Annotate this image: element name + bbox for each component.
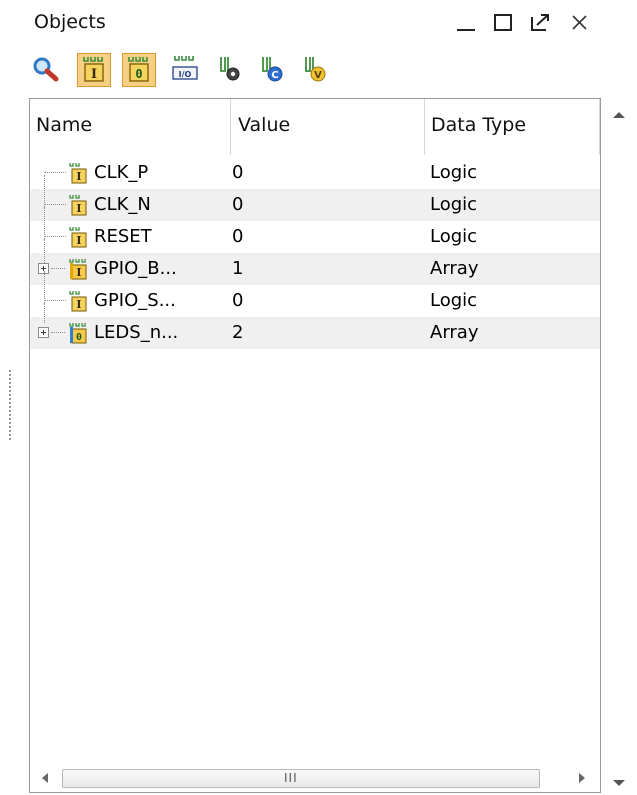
svg-text:I: I [76,234,81,247]
show-outputs-toggle[interactable]: 0 [122,53,156,87]
close-button[interactable] [567,8,593,36]
svg-text:I: I [76,202,81,215]
column-header-data-type[interactable]: Data Type [431,114,526,136]
tree-connector [44,207,45,239]
tree-connector [51,268,65,269]
signal-name: GPIO_B... [94,258,177,279]
signal-type: Logic [430,290,478,311]
svg-text:0: 0 [135,67,142,81]
io-ports-icon: I/O [172,56,198,80]
variables-icon: V [305,57,326,82]
signal-type: Logic [430,162,478,183]
signal-name: CLK_P [94,162,149,183]
signal-type: Logic [430,194,478,215]
internal-signals-icon [220,57,240,81]
search-icon [33,57,59,82]
signal-value: 0 [232,162,244,183]
table-row[interactable]: I GPIO_S... 0 Logic [30,271,600,317]
table-header: Name Value Data Type [30,99,600,155]
show-inouts-toggle[interactable]: I/O [168,53,202,87]
svg-text:I: I [76,298,81,311]
input-port-icon: I [69,227,87,248]
minimize-icon [457,29,475,31]
signal-type: Array [430,322,479,343]
input-ports-icon: I [83,57,104,82]
panel-title: Objects [34,11,106,33]
column-header-value[interactable]: Value [238,114,290,136]
table-row[interactable]: 0 LEDS_n... 2 Array [30,303,600,349]
tree-connector [44,271,45,303]
signal-value: 1 [232,258,244,279]
column-divider[interactable] [230,99,231,155]
horizontal-scroll-thumb[interactable]: III [62,769,540,788]
float-window-icon [531,14,549,31]
table-row[interactable]: I CLK_N 0 Logic [30,175,600,221]
input-port-icon: I [69,163,87,184]
search-button[interactable] [30,53,64,87]
signal-value: 0 [232,290,244,311]
table-row[interactable]: I GPIO_B... 1 Array [30,239,600,285]
svg-text:0: 0 [76,332,82,343]
show-internal-toggle[interactable] [212,53,246,87]
show-variables-toggle[interactable]: V [297,53,331,87]
horizontal-scrollbar[interactable]: III [30,764,600,792]
objects-panel: Objects I 0 I/O C V Name Value Data Type… [22,0,637,795]
tree-connector [44,172,66,173]
input-port-icon: I [69,195,87,216]
svg-text:I: I [91,67,97,82]
signal-value: 2 [232,322,244,343]
scroll-left-icon[interactable] [40,772,50,784]
panel-titlebar: Objects [22,0,637,45]
minimize-button[interactable] [453,8,479,36]
input-array-icon: I [69,259,87,280]
show-constants-toggle[interactable]: C [254,53,288,87]
signal-name: GPIO_S... [94,290,176,311]
signal-type: Array [430,258,479,279]
signal-name: RESET [94,226,152,247]
float-button[interactable] [527,8,553,36]
maximize-icon [494,14,512,31]
table-row[interactable]: I RESET 0 Logic [30,207,600,253]
tree-connector [44,303,45,323]
panel-resize-grip[interactable] [9,370,14,440]
scroll-grip: III [284,771,298,785]
column-divider [599,99,600,155]
signal-value: 0 [232,226,244,247]
objects-table: Name Value Data Type I CLK_P 0 Logic I C… [29,98,601,793]
constants-icon: C [262,57,283,82]
table-row[interactable]: I CLK_P 0 Logic [30,157,600,189]
svg-text:I: I [76,170,81,183]
vertical-scrollbar[interactable] [602,98,637,795]
column-divider[interactable] [424,99,425,155]
tree-connector [44,175,45,207]
svg-text:I/O: I/O [179,70,192,79]
objects-toolbar: I 0 I/O C V [22,48,637,92]
tree-connector [44,300,66,301]
signal-name: LEDS_n... [94,322,179,343]
output-array-icon: 0 [69,323,87,344]
signal-value: 0 [232,194,244,215]
signal-name: CLK_N [94,194,151,215]
maximize-button[interactable] [490,8,516,36]
input-port-icon: I [69,291,87,312]
tree-connector [44,236,66,237]
svg-text:I: I [76,266,81,279]
svg-text:V: V [314,70,322,81]
scroll-up-icon[interactable] [612,110,626,120]
scroll-right-icon[interactable] [577,772,587,784]
expand-toggle[interactable] [38,327,49,338]
output-ports-icon: 0 [128,57,149,82]
signal-type: Logic [430,226,478,247]
svg-text:C: C [271,70,278,81]
close-icon [572,15,587,30]
show-inputs-toggle[interactable]: I [77,53,111,87]
tree-connector [44,204,66,205]
tree-connector [51,332,65,333]
scroll-down-icon[interactable] [612,778,626,788]
column-header-name[interactable]: Name [36,114,92,136]
